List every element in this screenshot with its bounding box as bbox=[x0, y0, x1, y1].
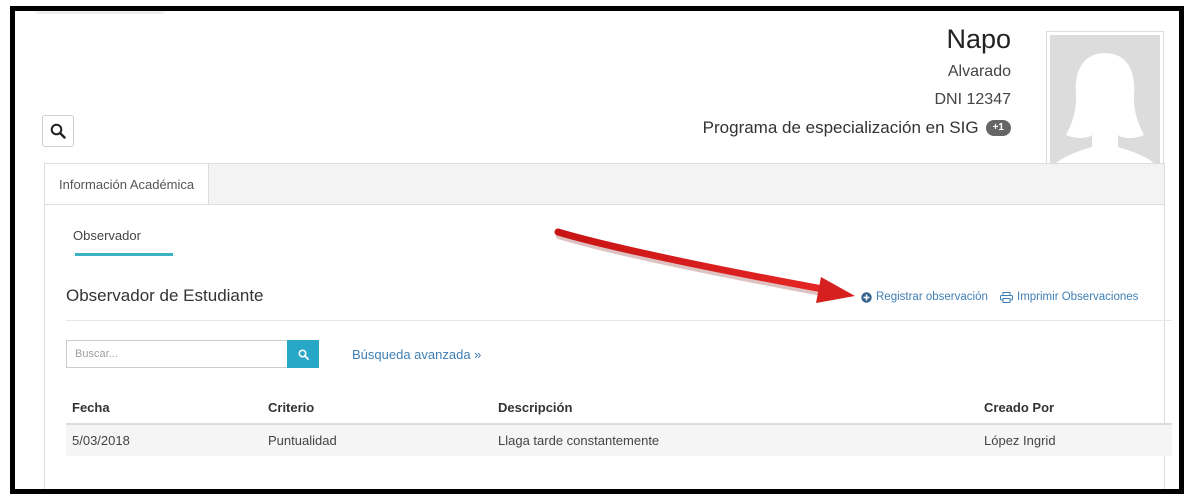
search-submit-button[interactable] bbox=[287, 340, 319, 368]
student-profile: Napo Alvarado DNI 12347 Programa de espe… bbox=[703, 23, 1011, 138]
section-title: Observador de Estudiante bbox=[66, 286, 264, 305]
search-icon bbox=[50, 123, 66, 139]
column-header-descripcion: Descripción bbox=[492, 392, 978, 425]
program-name: Programa de especialización en SIG bbox=[702, 118, 979, 137]
search-input[interactable] bbox=[66, 340, 287, 368]
column-header-criterio: Criterio bbox=[262, 392, 492, 425]
register-observation-link[interactable]: Registrar observación bbox=[861, 291, 988, 303]
table-header-row: Fecha Criterio Descripción Creado Por bbox=[66, 392, 1172, 425]
column-header-creado-por: Creado Por bbox=[978, 392, 1172, 425]
search-icon bbox=[297, 348, 309, 360]
advanced-search-link[interactable]: Búsqueda avanzada » bbox=[352, 347, 481, 362]
program-count-badge[interactable]: +1 bbox=[985, 120, 1011, 136]
print-icon bbox=[1000, 291, 1013, 303]
academic-panel: Información Académica Observador Observa… bbox=[44, 163, 1172, 489]
section-divider bbox=[66, 320, 1172, 321]
cell-creado-por: López Ingrid bbox=[978, 424, 1172, 456]
register-observation-label: Registrar observación bbox=[876, 291, 988, 303]
print-observations-link[interactable]: Imprimir Observaciones bbox=[1000, 291, 1138, 303]
cell-fecha: 5/03/2018 bbox=[66, 424, 262, 456]
student-dni: DNI 12347 bbox=[934, 91, 1012, 108]
table-row[interactable]: 5/03/2018 Puntualidad Llaga tarde consta… bbox=[66, 424, 1172, 456]
tabs-header: Información Académica bbox=[44, 163, 1164, 205]
student-program: Programa de especialización en SIG +1 bbox=[703, 118, 1011, 138]
top-tab-fragment bbox=[35, 11, 165, 14]
cell-descripcion: Llaga tarde constantemente bbox=[492, 424, 978, 456]
column-header-fecha: Fecha bbox=[66, 392, 262, 425]
print-observations-label: Imprimir Observaciones bbox=[1017, 291, 1139, 303]
student-last-name: Alvarado bbox=[947, 63, 1011, 80]
cell-criterio: Puntualidad bbox=[262, 424, 492, 456]
observations-table: Fecha Criterio Descripción Creado Por 5/… bbox=[66, 392, 1172, 456]
global-search-button[interactable] bbox=[42, 115, 74, 147]
tab-informacion-academica[interactable]: Información Académica bbox=[44, 163, 210, 204]
screenshot-frame: Napo Alvarado DNI 12347 Programa de espe… bbox=[10, 6, 1184, 494]
subtab-observador[interactable]: Observador bbox=[73, 228, 141, 243]
student-first-name: Napo bbox=[946, 24, 1011, 54]
avatar-silhouette-icon bbox=[1050, 35, 1160, 182]
plus-circle-icon bbox=[861, 291, 872, 303]
subtab-active-indicator bbox=[75, 253, 173, 256]
